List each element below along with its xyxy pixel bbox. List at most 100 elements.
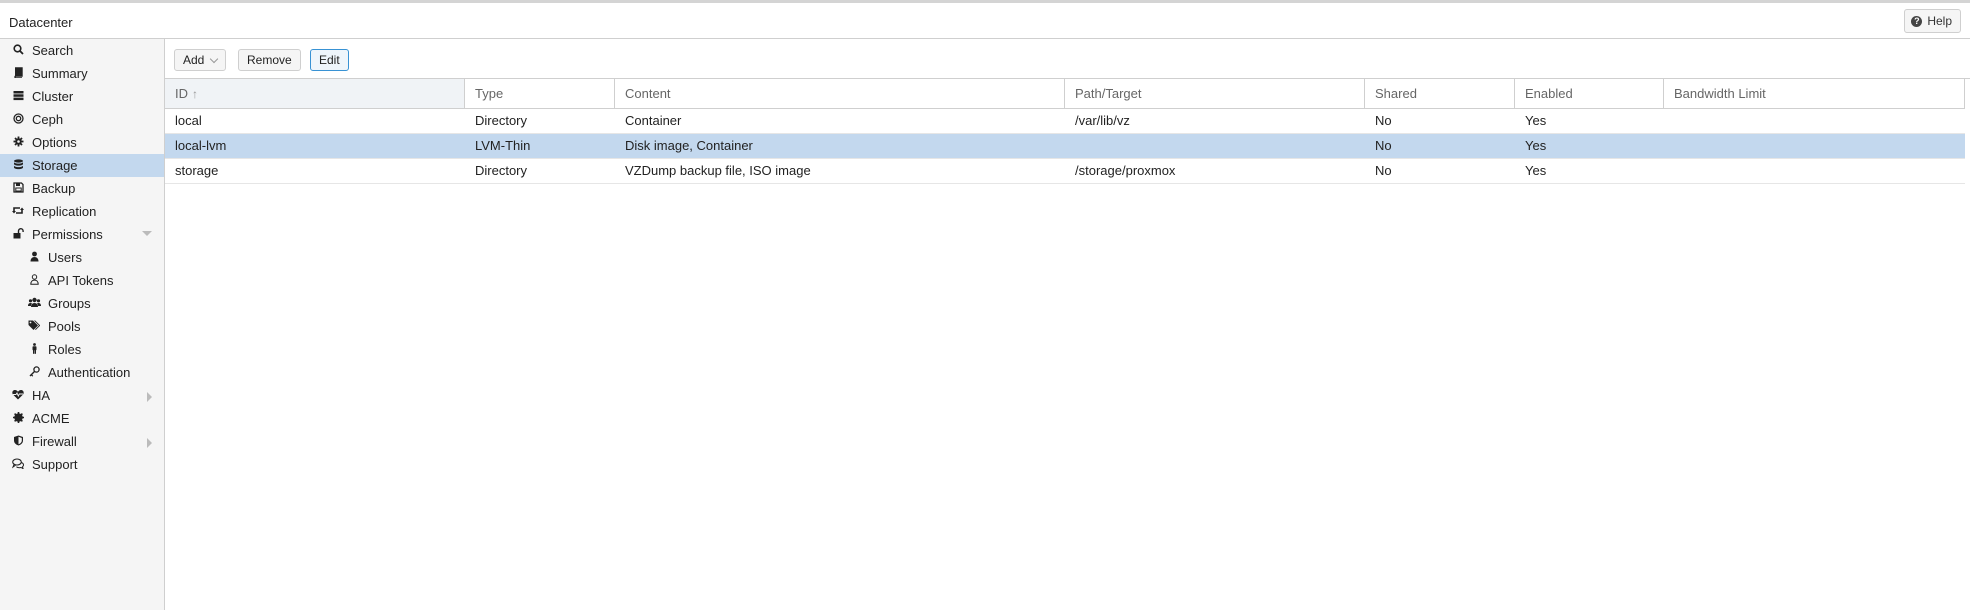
cell-enabled: Yes <box>1525 113 1547 128</box>
sidebar-item-label: API Tokens <box>48 273 114 288</box>
sidebar-item-ha[interactable]: HA <box>0 384 164 407</box>
sidebar-item-label: Firewall <box>32 434 77 449</box>
gear-icon <box>11 136 25 150</box>
cell-type: Directory <box>475 163 528 178</box>
page-title: Datacenter <box>9 15 73 30</box>
sidebar-item-label: Storage <box>32 158 78 173</box>
user-icon <box>27 251 41 265</box>
cell-shared: No <box>1375 113 1392 128</box>
sidebar-item-label: Options <box>32 135 77 150</box>
sidebar-item-label: Users <box>48 250 82 265</box>
user-outline-icon <box>27 273 41 288</box>
cell-bandwidth <box>1664 109 1965 133</box>
cell-shared: No <box>1375 138 1392 153</box>
sidebar-item-label: HA <box>32 388 51 403</box>
server-icon <box>11 90 25 104</box>
cell-path: /storage/proxmox <box>1075 163 1176 178</box>
cell-bandwidth <box>1664 134 1965 158</box>
column-header-label: Type <box>475 86 504 101</box>
sidebar-item-label: Pools <box>48 319 81 334</box>
column-header-label: Shared <box>1375 86 1417 101</box>
sidebar-item-label: Roles <box>48 342 82 357</box>
sidebar-item-acme[interactable]: ACME <box>0 407 164 430</box>
column-header-label: Content <box>625 86 671 101</box>
remove-button-label: Remove <box>247 53 292 67</box>
sidebar-item-label: Ceph <box>32 112 64 127</box>
sidebar-item-support[interactable]: Support <box>0 453 164 476</box>
floppy-icon <box>11 181 25 196</box>
sidebar-item-roles[interactable]: Roles <box>0 338 164 361</box>
sort-ascending-icon: ↑ <box>192 87 198 101</box>
chevron-down-icon[interactable] <box>142 231 152 236</box>
chevron-down-icon <box>210 54 219 63</box>
table-row[interactable]: local Directory Container /var/lib/vz No… <box>165 109 1965 134</box>
sidebar-item-firewall[interactable]: Firewall <box>0 430 164 453</box>
add-button-label: Add <box>183 53 205 67</box>
sidebar-item-ceph[interactable]: Ceph <box>0 108 164 131</box>
sidebar-item-authentication[interactable]: Authentication <box>0 361 164 384</box>
cell-path: /var/lib/vz <box>1075 113 1130 128</box>
chevron-right-icon[interactable] <box>147 392 152 402</box>
help-button-label: Help <box>1927 14 1952 28</box>
male-icon <box>27 342 41 357</box>
certificate-icon <box>11 411 25 426</box>
column-header-shared[interactable]: Shared <box>1365 79 1515 108</box>
sidebar-item-summary[interactable]: Summary <box>0 62 164 85</box>
cell-content: Disk image, Container <box>625 138 753 153</box>
column-header-enabled[interactable]: Enabled <box>1515 79 1664 108</box>
column-header-path-target[interactable]: Path/Target <box>1065 79 1365 108</box>
sidebar-item-label: Search <box>32 43 74 58</box>
cell-shared: No <box>1375 163 1392 178</box>
cell-type: Directory <box>475 113 528 128</box>
remove-button[interactable]: Remove <box>238 49 301 71</box>
app-window: Datacenter ? Help Search Summary Cluster <box>0 0 1970 610</box>
storage-grid: ID ↑ Type Content Path/Target Shared Enab… <box>165 79 1965 184</box>
sidebar-nav: Search Summary Cluster Ceph Options Stor… <box>0 39 165 610</box>
sidebar-item-groups[interactable]: Groups <box>0 292 164 315</box>
sidebar-item-storage[interactable]: Storage <box>0 154 164 177</box>
search-icon <box>11 43 25 58</box>
column-header-label: Path/Target <box>1075 86 1142 101</box>
book-icon <box>11 66 25 81</box>
add-button[interactable]: Add <box>174 49 227 71</box>
toolbar: Add Remove Edit <box>165 39 1970 79</box>
sidebar-item-cluster[interactable]: Cluster <box>0 85 164 108</box>
edit-button[interactable]: Edit <box>310 49 349 71</box>
sidebar-item-pools[interactable]: Pools <box>0 315 164 338</box>
top-header: Datacenter ? Help <box>0 3 1970 39</box>
sidebar-item-label: ACME <box>32 411 70 426</box>
sidebar-item-label: Permissions <box>32 227 103 242</box>
sidebar-item-api-tokens[interactable]: API Tokens <box>0 269 164 292</box>
help-button[interactable]: ? Help <box>1904 9 1961 33</box>
table-row[interactable]: local-lvm LVM-Thin Disk image, Container… <box>165 134 1965 159</box>
users-icon <box>27 297 41 311</box>
sidebar-item-replication[interactable]: Replication <box>0 200 164 223</box>
cell-enabled: Yes <box>1525 163 1547 178</box>
cell-id: local-lvm <box>175 138 227 153</box>
cell-id: storage <box>175 163 219 178</box>
column-header-label: Enabled <box>1525 86 1573 101</box>
cell-id: local <box>175 113 202 128</box>
main-panel: Add Remove Edit ID ↑ Type Content Path/Ta… <box>165 39 1970 610</box>
sidebar-item-search[interactable]: Search <box>0 39 164 62</box>
column-header-id[interactable]: ID ↑ <box>165 79 465 108</box>
cell-enabled: Yes <box>1525 138 1547 153</box>
question-circle-icon: ? <box>1911 15 1923 27</box>
comments-icon <box>11 457 25 472</box>
database-icon <box>11 158 25 173</box>
column-header-content[interactable]: Content <box>615 79 1065 108</box>
retweet-icon <box>11 205 25 219</box>
column-header-type[interactable]: Type <box>465 79 615 108</box>
sidebar-item-label: Support <box>32 457 78 472</box>
heartbeat-icon <box>11 389 25 403</box>
chevron-right-icon[interactable] <box>147 438 152 448</box>
table-row[interactable]: storage Directory VZDump backup file, IS… <box>165 159 1965 184</box>
sidebar-item-options[interactable]: Options <box>0 131 164 154</box>
sidebar-item-backup[interactable]: Backup <box>0 177 164 200</box>
ceph-icon <box>11 112 25 127</box>
sidebar-item-permissions[interactable]: Permissions <box>0 223 164 246</box>
cell-path <box>1065 134 1365 158</box>
cell-bandwidth <box>1664 159 1965 183</box>
column-header-bandwidth-limit[interactable]: Bandwidth Limit <box>1664 79 1965 108</box>
sidebar-item-users[interactable]: Users <box>0 246 164 269</box>
